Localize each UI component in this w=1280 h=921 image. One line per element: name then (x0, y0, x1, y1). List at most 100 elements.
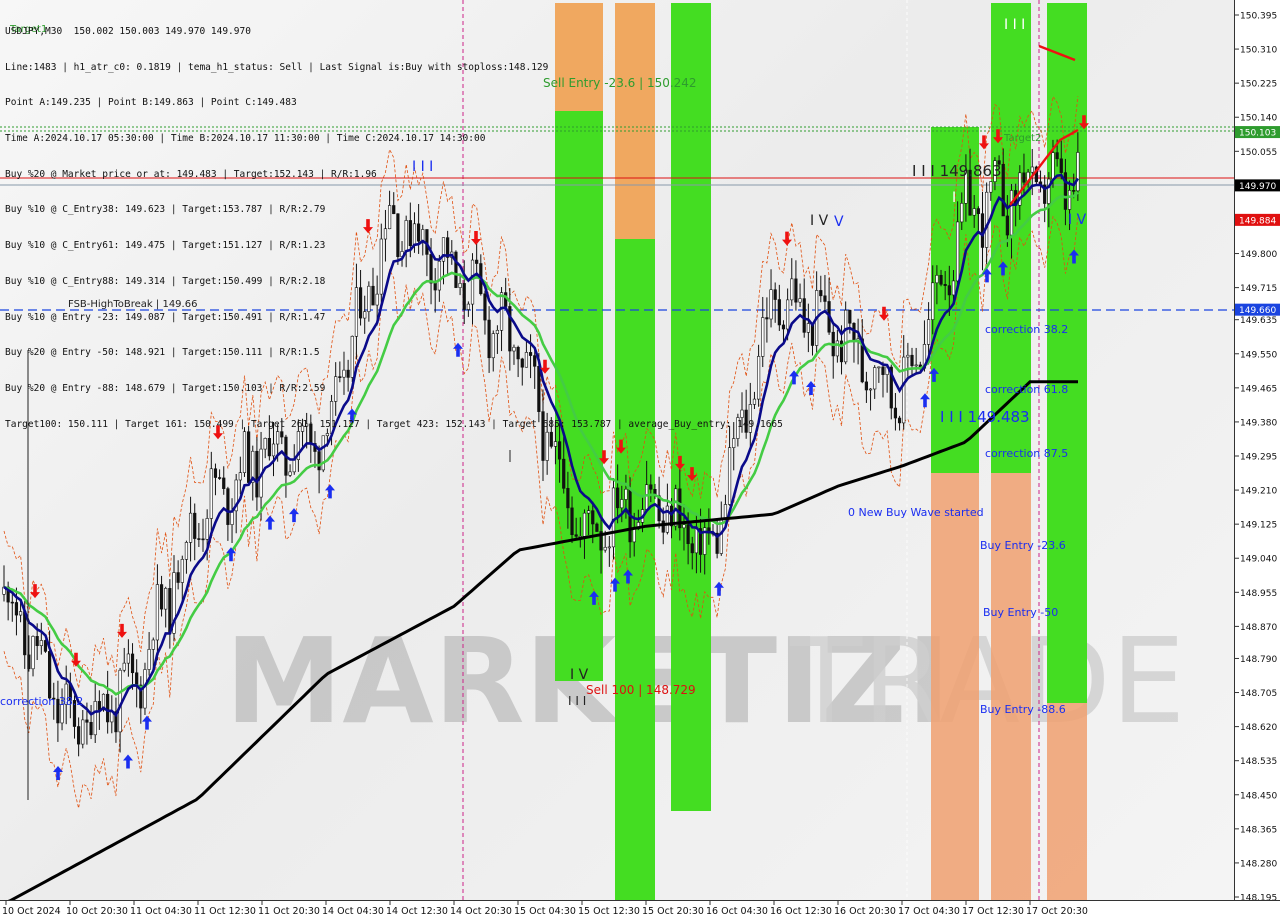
candle (897, 415, 902, 431)
wave-iv-label: I V (810, 213, 829, 229)
info-line: Buy %20 @ Entry -88: 148.679 | Target:15… (5, 383, 326, 394)
price-tick-label: 149.465 (1240, 384, 1277, 394)
buy-zone-right-green (1047, 3, 1087, 703)
candle (815, 271, 819, 356)
candle (715, 519, 719, 559)
candle (238, 456, 242, 495)
wave-iv-label: I V (1068, 212, 1087, 228)
info-line: Buy %10 @ C_Entry61: 149.475 | Target:15… (5, 240, 326, 252)
time-tick-label: 17 Oct 04:30 (898, 906, 960, 917)
buy-zone-mid-orange (991, 473, 1031, 900)
point-b-label: I I I 149.863 (912, 162, 1002, 180)
candle (89, 705, 93, 740)
info-panel: USDJPY,M30 150.002 150.003 149.970 149.9… (5, 2, 783, 454)
buy-entry-50-label: Buy Entry -50 (983, 606, 1058, 619)
buy-arrow-icon (714, 581, 724, 596)
buy-zone-left-orange (931, 473, 979, 900)
candle (230, 498, 234, 543)
candle (1043, 175, 1047, 223)
chart-window: MARKETIZI TRADE (0, 0, 1280, 921)
candle (852, 322, 856, 363)
new-wave-label: 0 New Buy Wave started (848, 506, 984, 519)
price-badge: 150.103 (1235, 126, 1280, 139)
candle (218, 469, 222, 480)
candle (81, 710, 85, 749)
price-axis[interactable]: 150.395 150.310 150.225 150.140 150.055 149.9… (1234, 0, 1280, 900)
candle (197, 523, 201, 547)
candle (877, 366, 881, 383)
svg-text:150.103: 150.103 (1239, 129, 1276, 139)
price-tick-label: 149.210 (1240, 487, 1277, 497)
candle (135, 659, 139, 708)
candle (110, 695, 114, 734)
candle (188, 496, 193, 562)
candle (827, 277, 831, 335)
candle (31, 635, 35, 677)
buy-arrow-icon (142, 715, 152, 730)
candle (77, 717, 81, 757)
wave-iii-label: I I I (1004, 17, 1025, 33)
svg-text:149.884: 149.884 (1239, 216, 1276, 226)
candle (881, 361, 885, 398)
buy-arrow-icon (806, 380, 816, 395)
sell-arrow-icon (30, 584, 40, 599)
price-tick-label: 148.280 (1240, 859, 1277, 869)
price-badge: 149.660 (1235, 303, 1280, 316)
correction-875-label: correction 87.5 (985, 447, 1068, 460)
price-tick-label: 148.450 (1240, 791, 1277, 801)
correction-left-label: correction 38.2 (0, 695, 83, 708)
target2-label: Target2 (1003, 133, 1041, 144)
candle (794, 260, 798, 311)
wave-i-label: I (952, 190, 956, 206)
candle (719, 501, 723, 556)
time-tick-label: 11 Oct 20:30 (258, 906, 320, 917)
sell-arrow-icon (979, 135, 989, 150)
candle (868, 388, 873, 411)
candle (906, 342, 910, 377)
sell-arrow-icon (782, 231, 792, 246)
candle (831, 323, 835, 379)
time-tick-label: 14 Oct 12:30 (386, 906, 448, 917)
price-tick-label: 148.620 (1240, 723, 1277, 733)
candle (910, 347, 914, 375)
buy-arrow-icon (920, 393, 930, 408)
candle (143, 662, 147, 715)
price-tick-label: 149.550 (1240, 350, 1277, 360)
price-tick-label: 148.535 (1240, 757, 1277, 767)
chart-plot-area[interactable]: MARKETIZI TRADE (0, 0, 1234, 900)
price-tick-label: 149.295 (1240, 453, 1277, 463)
price-badge: 149.884 (1235, 213, 1280, 226)
buy-entry-886-label: Buy Entry -88.6 (980, 703, 1066, 716)
candle (159, 575, 164, 617)
candle (665, 483, 669, 535)
candle (126, 639, 130, 677)
correction-382-label: correction 38.2 (985, 323, 1068, 336)
time-tick-label: 15 Oct 04:30 (514, 906, 576, 917)
candle (835, 329, 839, 363)
time-tick-label: 16 Oct 04:30 (706, 906, 768, 917)
buy-arrow-icon (325, 484, 335, 499)
candle (819, 275, 823, 303)
price-tick-label: 150.225 (1240, 80, 1277, 90)
time-axis[interactable]: 10 Oct 2024 10 Oct 20:30 11 Oct 04:30 11 Oc… (0, 900, 1280, 921)
price-tick-label: 148.705 (1240, 689, 1277, 699)
candle (39, 622, 43, 655)
price-tick-label: 149.635 (1240, 316, 1277, 326)
candle (172, 555, 176, 642)
price-badge: 149.970 (1235, 179, 1280, 192)
time-tick-label: 10 Oct 2024 (2, 906, 61, 917)
info-line: Buy %10 @ C_Entry88: 149.314 | Target:15… (5, 275, 326, 287)
candle (56, 680, 60, 742)
time-axis-canvas: 10 Oct 2024 10 Oct 20:30 11 Oct 04:30 11 Oc… (2, 901, 1088, 917)
candle (2, 565, 6, 602)
candle (139, 676, 143, 724)
wave-iv-label: I V (570, 667, 589, 683)
watermark-light: TRADE (789, 612, 1185, 750)
price-tick-label: 149.800 (1240, 250, 1277, 260)
time-tick-label: 16 Oct 20:30 (834, 906, 896, 917)
candle (226, 486, 230, 541)
price-tick-label: 150.055 (1240, 148, 1277, 158)
candle (168, 579, 172, 649)
time-tick-label: 10 Oct 20:30 (66, 906, 128, 917)
info-line: Buy %10 @ Entry -23: 149.087 | Target:15… (5, 311, 326, 323)
